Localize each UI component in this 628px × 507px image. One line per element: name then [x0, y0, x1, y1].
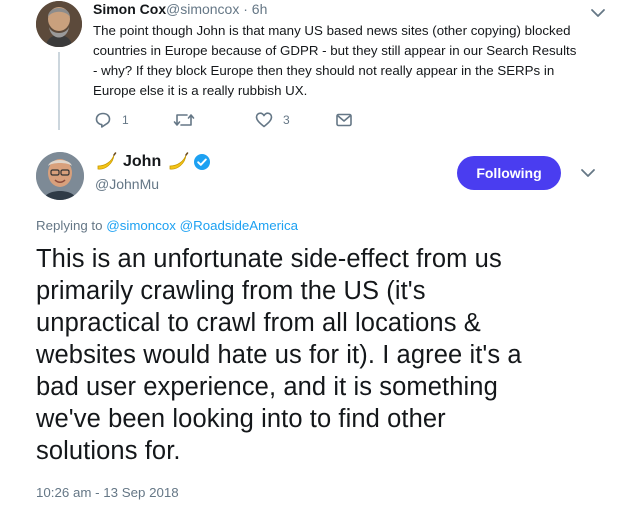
reply-button[interactable]: 1 — [94, 111, 129, 129]
thread-connector — [58, 52, 60, 130]
parent-avatar[interactable] — [36, 1, 82, 47]
tweet-text-line: we've been looking into to find other — [36, 405, 446, 433]
parent-text-line: - why? If they block Europe then they sh… — [93, 63, 555, 78]
chevron-down-icon[interactable] — [588, 6, 608, 20]
mention-link[interactable]: @simoncox — [106, 218, 176, 233]
like-count: 3 — [283, 113, 290, 127]
direct-message-button[interactable] — [335, 111, 353, 129]
parent-author-handle[interactable]: @simoncox · 6h — [166, 1, 267, 17]
parent-text-line: The point though John is that many US ba… — [93, 23, 571, 38]
main-author-handle[interactable]: @JohnMu — [95, 176, 159, 192]
tweet-text-line: websites would hate us for it). I agree … — [36, 341, 522, 369]
parent-author-name[interactable]: Simon Cox — [93, 1, 166, 17]
following-button[interactable]: Following — [457, 156, 561, 190]
tweet-text-line: solutions for. — [36, 437, 181, 465]
retweet-icon — [173, 114, 195, 126]
main-tweet-text: This is an unfortunate side-effect from … — [36, 243, 596, 467]
envelope-icon — [336, 113, 352, 127]
parent-tweet-text: The point though John is that many US ba… — [93, 21, 598, 101]
tweet-text-line: primarily crawling from the US (it's — [36, 277, 426, 305]
like-button[interactable]: 3 — [255, 111, 290, 129]
reply-count: 1 — [122, 113, 129, 127]
tweet-timestamp[interactable]: 10:26 am - 13 Sep 2018 — [36, 485, 179, 500]
tweet-text-line: This is an unfortunate side-effect from … — [36, 245, 502, 273]
chevron-down-icon[interactable] — [578, 166, 598, 180]
parent-text-line: Europe else it is a really rubbish UX. — [93, 83, 308, 98]
parent-text-line: countries in Europe because of GDPR - bu… — [93, 43, 577, 58]
tweet-text-line: bad user experience, and it is something — [36, 373, 498, 401]
tweet-text-line: unpractical to crawl from all locations … — [36, 309, 481, 337]
retweet-button[interactable] — [173, 111, 205, 129]
heart-icon — [255, 112, 273, 128]
replying-to-line: Replying to @simoncox @RoadsideAmerica — [36, 218, 298, 233]
main-author-name[interactable]: John — [123, 153, 161, 171]
reply-icon — [95, 112, 111, 128]
banana-icon — [97, 152, 117, 170]
main-avatar[interactable] — [36, 152, 84, 200]
banana-icon — [169, 152, 189, 170]
main-author-name-row[interactable]: John — [95, 152, 211, 172]
mention-link[interactable]: @RoadsideAmerica — [180, 218, 298, 233]
verified-badge-icon — [194, 154, 211, 170]
replying-to-label: Replying to — [36, 218, 103, 233]
